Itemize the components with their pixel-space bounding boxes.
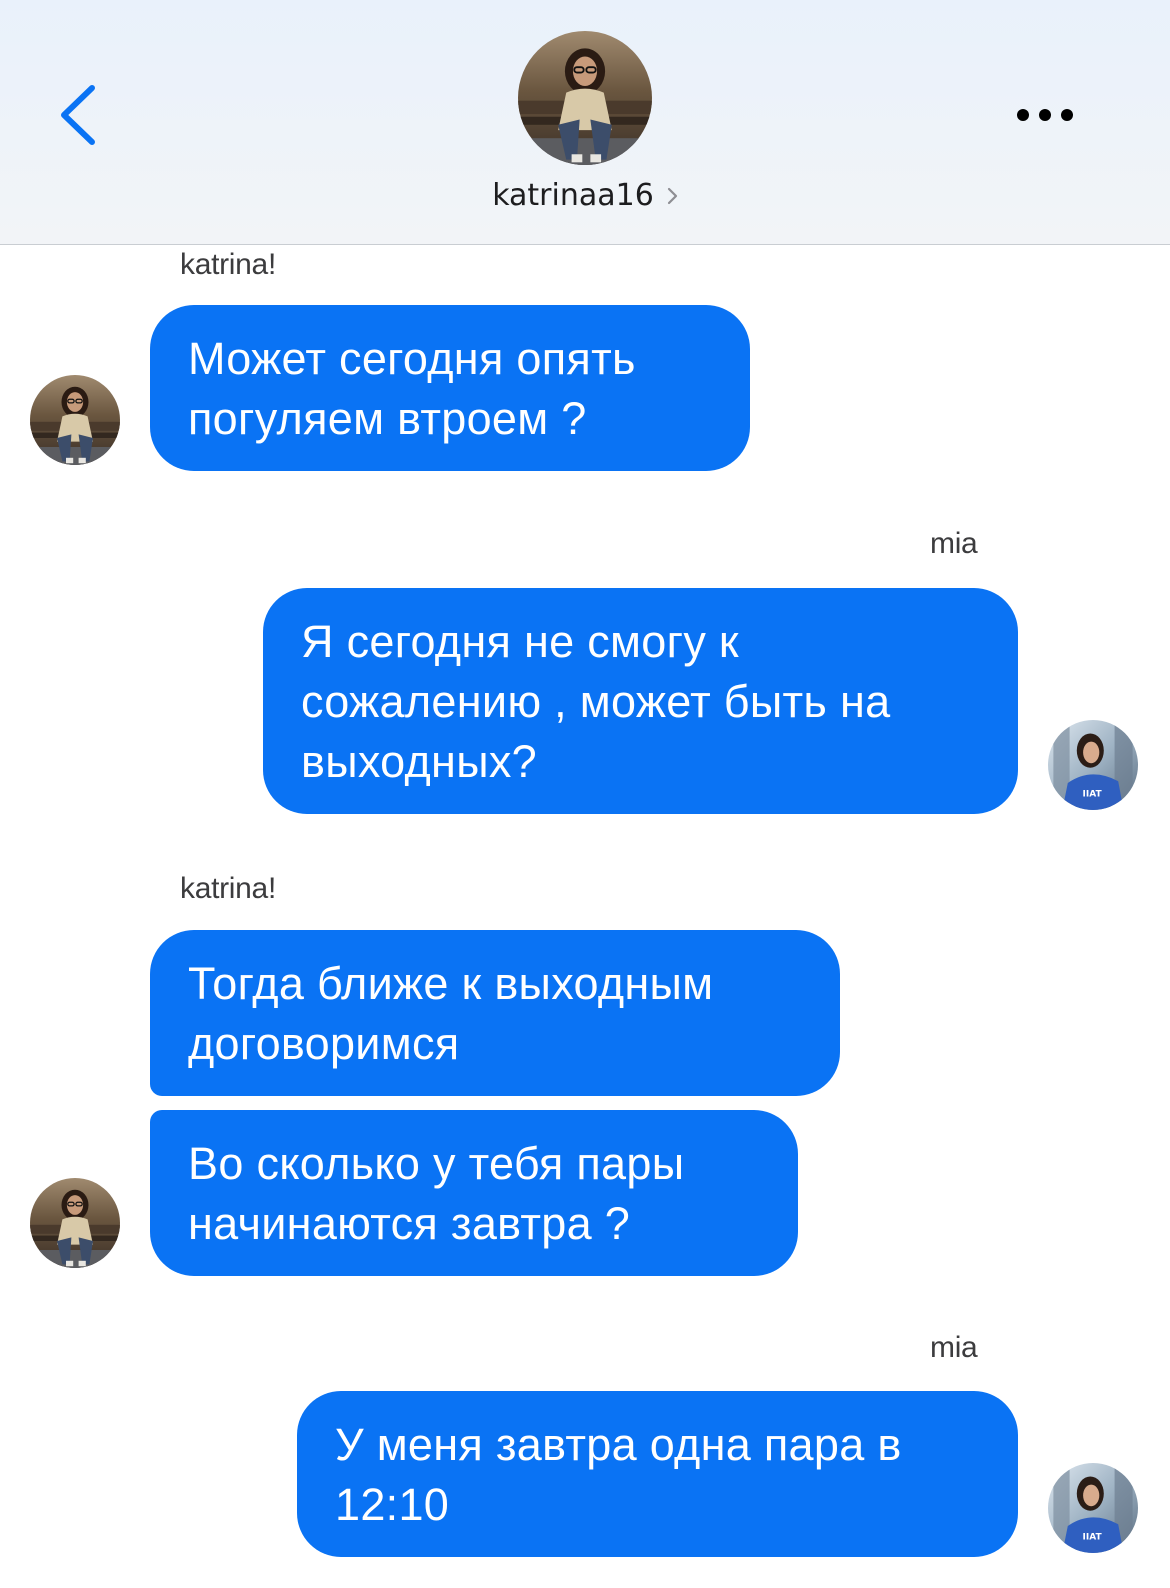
- message-bubble[interactable]: Может сегодня опять погуляем втроем ?: [150, 305, 750, 471]
- message-text-line: Тогда ближе к выходным: [188, 958, 714, 1009]
- back-button[interactable]: [52, 80, 112, 150]
- message-text-line: Я сегодня не смогу к: [301, 616, 739, 667]
- contact-photo: [518, 31, 652, 165]
- contact-username[interactable]: katrinaa16: [0, 178, 1170, 214]
- ellipsis-icon: [1017, 109, 1073, 121]
- chevron-left-icon: [61, 85, 95, 145]
- avatar-photo: [1048, 720, 1138, 810]
- message-text-line: Во сколько у тебя пары: [188, 1138, 685, 1189]
- message-text-line: 12:10: [335, 1479, 450, 1530]
- sender-avatar[interactable]: [1048, 1463, 1138, 1553]
- message-bubble[interactable]: Тогда ближе к выходным договоримся: [150, 930, 840, 1096]
- message-text-line: погуляем втроем ?: [188, 393, 587, 444]
- sender-name: katrina!: [180, 872, 276, 905]
- sender-name: mia: [930, 527, 978, 560]
- sender-name: mia: [930, 1331, 978, 1364]
- message-text-line: сожалению , может быть на: [301, 676, 891, 727]
- more-options-button[interactable]: [1010, 95, 1090, 135]
- sender-avatar[interactable]: [1048, 720, 1138, 810]
- message-text-line: начинаются завтра ?: [188, 1198, 631, 1249]
- sender-avatar[interactable]: [30, 375, 120, 465]
- message-bubble[interactable]: Во сколько у тебя пары начинаются завтра…: [150, 1110, 798, 1276]
- message-bubble[interactable]: У меня завтра одна пара в 12:10: [297, 1391, 1018, 1557]
- contact-username-label: katrinaa16: [492, 178, 654, 213]
- avatar-photo: [30, 1178, 120, 1268]
- avatar-photo: [30, 375, 120, 465]
- chat-header: katrinaa16: [0, 0, 1170, 245]
- chevron-right-icon: [666, 179, 678, 214]
- message-bubble[interactable]: Я сегодня не смогу к сожалению , может б…: [263, 588, 1018, 814]
- message-text-line: У меня завтра одна пара в: [335, 1419, 902, 1470]
- message-text-line: договоримся: [188, 1018, 460, 1069]
- message-text-line: Может сегодня опять: [188, 333, 636, 384]
- contact-avatar[interactable]: [518, 31, 652, 165]
- avatar-photo: [1048, 1463, 1138, 1553]
- sender-name: katrina!: [180, 248, 276, 281]
- sender-avatar[interactable]: [30, 1178, 120, 1268]
- message-text-line: выходных?: [301, 736, 537, 787]
